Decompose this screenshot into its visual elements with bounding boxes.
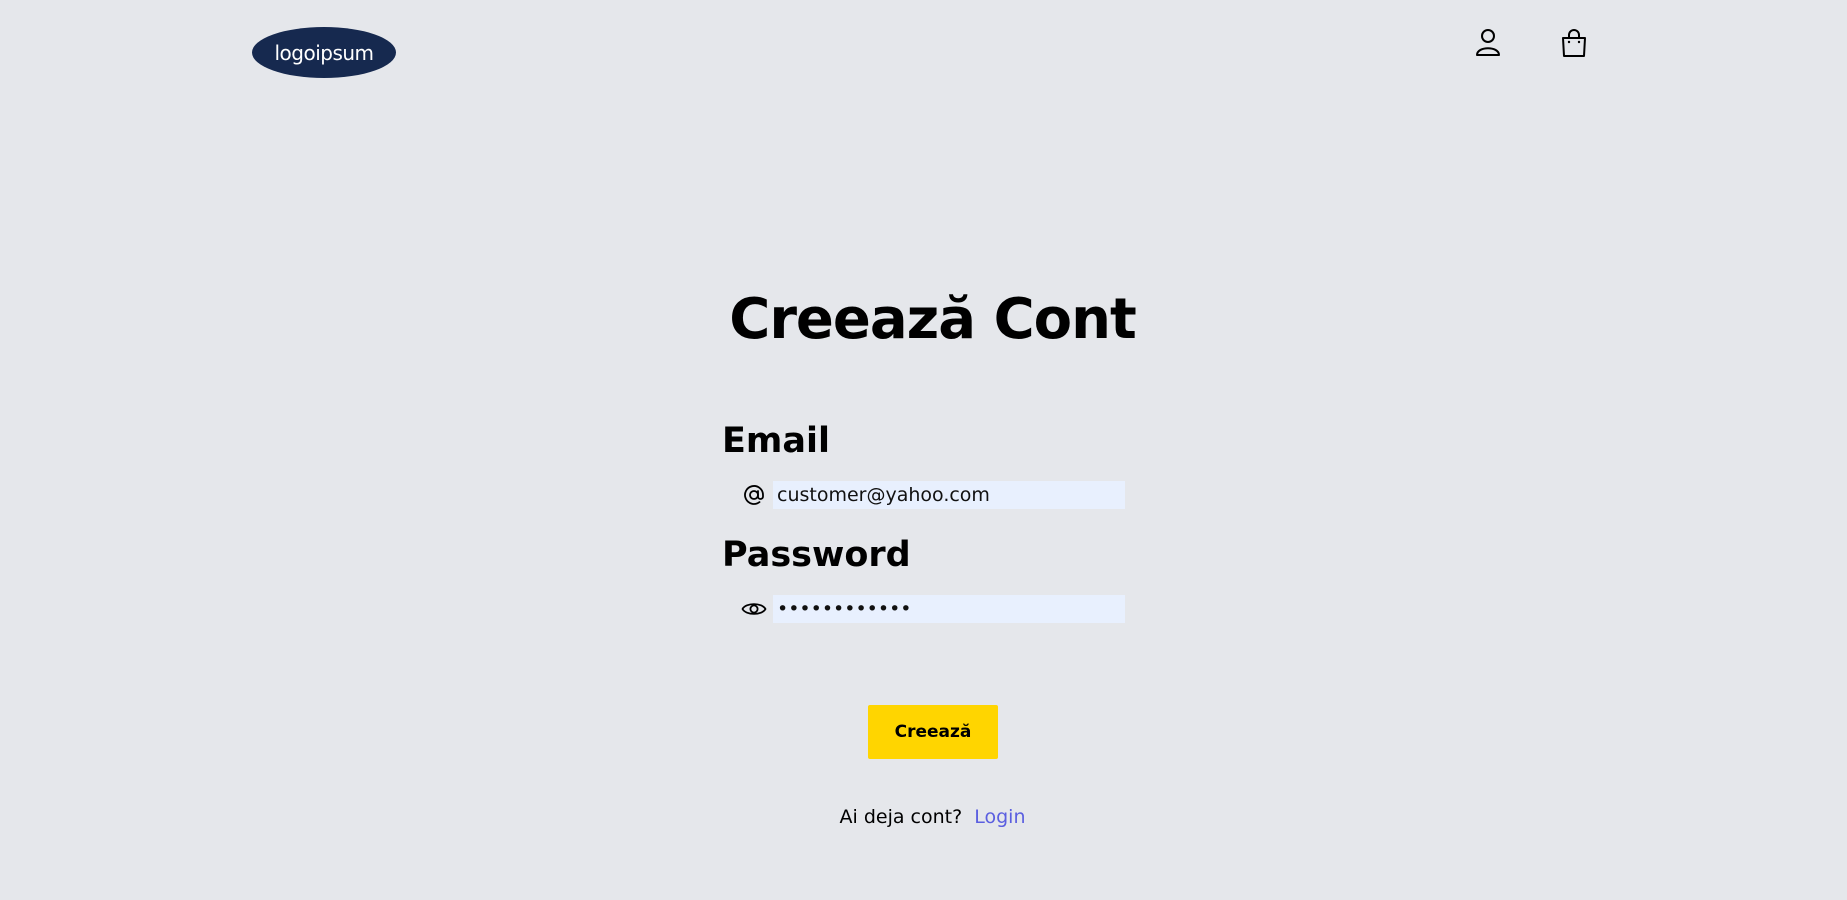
eye-icon[interactable] (740, 595, 768, 623)
logo[interactable]: logoipsum (252, 27, 396, 78)
page: logoipsum Creează Cont Email Password (0, 0, 1847, 900)
email-field-row (740, 481, 1125, 509)
password-input[interactable] (773, 595, 1125, 623)
email-label: Email (722, 421, 830, 461)
login-prompt: Ai deja cont? Login (0, 803, 1847, 831)
page-title: Creează Cont (729, 287, 1137, 352)
login-prompt-text: Ai deja cont? (839, 806, 963, 828)
user-account-button[interactable] (1471, 26, 1505, 60)
password-label: Password (722, 535, 911, 575)
cart-button[interactable] (1557, 26, 1591, 60)
email-input[interactable] (773, 481, 1125, 509)
user-icon (1476, 29, 1500, 56)
logo-text: logoipsum (274, 40, 374, 65)
shopping-bag-icon (1562, 29, 1586, 57)
at-sign-icon (740, 481, 768, 509)
password-field-row (740, 595, 1125, 623)
create-account-button[interactable]: Creează (868, 705, 998, 759)
login-link[interactable]: Login (974, 806, 1025, 828)
